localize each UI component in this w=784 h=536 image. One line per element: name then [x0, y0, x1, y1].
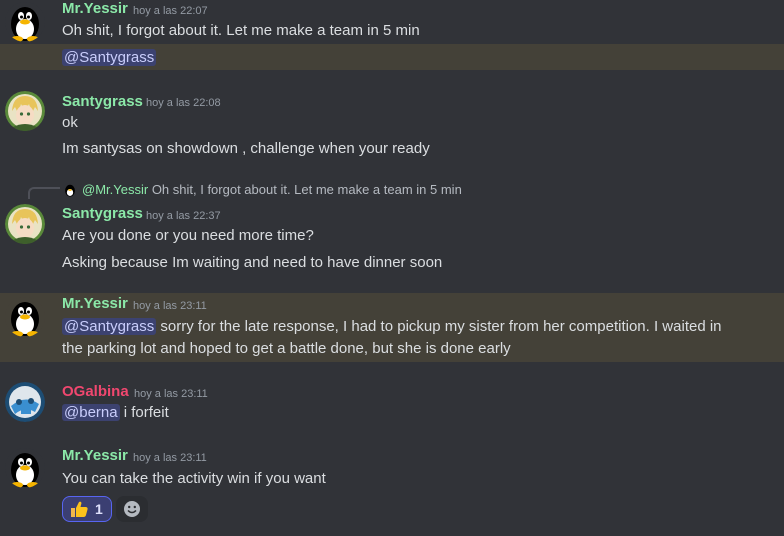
reaction-count: 1 — [95, 501, 103, 517]
avatar-santygrass[interactable] — [5, 91, 45, 131]
penguin-avatar-icon — [5, 448, 45, 488]
smiley-icon — [123, 500, 141, 522]
user-mention[interactable]: @Santygrass — [62, 49, 157, 66]
penguin-avatar-icon — [5, 297, 45, 337]
message-text: Are you done or you need more time? — [62, 227, 314, 244]
message-text: Asking because Im waiting and need to ha… — [62, 254, 443, 271]
add-reaction-button[interactable] — [116, 496, 148, 522]
message-text: ok — [62, 114, 78, 131]
anime-avatar-icon — [5, 91, 45, 131]
avatar-ogalbina[interactable] — [5, 382, 45, 422]
reaction-thumbs-up[interactable]: 1 — [62, 496, 112, 522]
message-text: the parking lot and hoped to get a battl… — [62, 340, 511, 357]
username[interactable]: Santygrass — [62, 205, 143, 222]
reply-preview[interactable]: @Mr.Yessir Oh shit, I forgot about it. L… — [82, 182, 462, 197]
message-text-rest: sorry for the late response, I had to pi… — [156, 318, 722, 335]
penguin-avatar-icon — [5, 2, 45, 42]
avatar-mr-yessir[interactable] — [5, 297, 45, 337]
username[interactable]: Mr.Yessir — [62, 295, 128, 312]
reply-avatar-icon — [63, 183, 77, 197]
reply-text: Oh shit, I forgot about it. Let me make … — [151, 182, 462, 197]
reply-connector — [28, 187, 60, 199]
message-text: @Santygrass — [62, 49, 157, 66]
username[interactable]: Santygrass — [62, 93, 143, 110]
avatar-mr-yessir[interactable] — [5, 2, 45, 42]
user-mention[interactable]: @berna — [62, 404, 120, 421]
message-text: Im santysas on showdown , challenge when… — [62, 140, 430, 157]
username[interactable]: OGalbina — [62, 383, 129, 400]
blue-avatar-icon — [5, 382, 45, 422]
message-text: You can take the activity win if you wan… — [62, 470, 326, 487]
timestamp: hoy a las 22:07 — [133, 5, 208, 17]
username[interactable]: Mr.Yessir — [62, 0, 128, 17]
avatar-santygrass[interactable] — [5, 204, 45, 244]
message-text: @Santygrass sorry for the late response,… — [62, 318, 722, 335]
anime-avatar-icon — [5, 204, 45, 244]
timestamp: hoy a las 22:37 — [146, 210, 221, 222]
message-text: @berna i forfeit — [62, 404, 169, 421]
avatar-mr-yessir[interactable] — [5, 448, 45, 488]
timestamp: hoy a las 23:11 — [133, 452, 207, 464]
reply-mention[interactable]: @Mr.Yessir — [82, 182, 148, 197]
timestamp: hoy a las 22:08 — [146, 97, 221, 109]
message-text: Oh shit, I forgot about it. Let me make … — [62, 22, 420, 39]
timestamp: hoy a las 23:11 — [133, 300, 207, 312]
message-text-rest: i forfeit — [119, 404, 169, 421]
username[interactable]: Mr.Yessir — [62, 447, 128, 464]
thumbs-up-icon — [69, 500, 89, 522]
timestamp: hoy a las 23:11 — [134, 388, 208, 400]
user-mention[interactable]: @Santygrass — [62, 318, 157, 335]
